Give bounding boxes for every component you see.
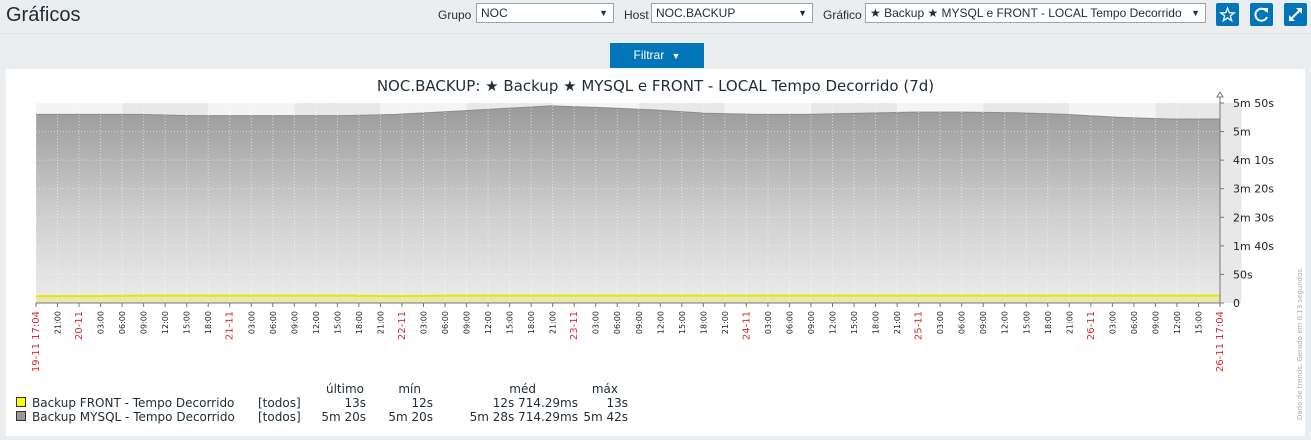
- x-tick-label: 15:00: [183, 311, 192, 334]
- x-tick-label: 12:00: [161, 311, 170, 334]
- y-tick-label: 0: [1233, 297, 1240, 310]
- x-tick-label: 09:00: [1151, 311, 1160, 334]
- y-tick-label: 50s: [1233, 268, 1253, 281]
- series-line: [36, 294, 1220, 298]
- x-tick-label: 06:00: [118, 311, 127, 334]
- y-tick-label: 3m 20s: [1233, 183, 1274, 196]
- x-tick-label: 03:00: [936, 311, 945, 334]
- legend-min: 12s: [411, 396, 433, 410]
- generation-note: Dado de trends. Gerado em 0.13 segundos.: [1296, 266, 1304, 420]
- x-tick-label: 03:00: [592, 311, 601, 334]
- legend-header-avg: méd: [509, 382, 536, 396]
- series-area: [36, 105, 1220, 304]
- y-tick-label: 4m 10s: [1233, 154, 1274, 167]
- legend-header-min: mín: [398, 382, 421, 396]
- legend-max: 5m 42s: [583, 410, 628, 424]
- legend-min: 5m 20s: [388, 410, 433, 424]
- legend-swatch: [16, 397, 26, 407]
- x-tick-label: 03:00: [764, 311, 773, 334]
- x-tick-label: 09:00: [979, 311, 988, 334]
- legend-series-name: Backup FRONT - Tempo Decorrido: [32, 396, 235, 410]
- x-tick-label: 15:00: [678, 311, 687, 334]
- x-tick-label: 21:00: [893, 311, 902, 334]
- x-tick-label: 06:00: [1130, 311, 1139, 334]
- x-tick-label: 21-11: [225, 311, 236, 340]
- legend-max: 13s: [606, 396, 628, 410]
- x-tick-label: 21:00: [54, 311, 63, 334]
- y-axis-arrow: [1216, 91, 1224, 98]
- x-tick-label: 18:00: [872, 311, 881, 334]
- x-tick-label: 12:00: [312, 311, 321, 334]
- legend-header-max: máx: [591, 382, 618, 396]
- y-tick-label: 1m 40s: [1233, 240, 1274, 253]
- x-tick-label: 09:00: [290, 311, 299, 334]
- legend-last: 5m 20s: [321, 410, 366, 424]
- x-tick-label: 12:00: [484, 311, 493, 334]
- x-tick-label: 12:00: [1173, 311, 1182, 334]
- x-tick-label: 15:00: [850, 311, 859, 334]
- x-tick-label: 03:00: [1108, 311, 1117, 334]
- x-tick-label: 24-11: [741, 311, 752, 340]
- legend-last: 13s: [344, 396, 366, 410]
- x-tick-label: 25-11: [914, 311, 925, 340]
- legend-avg: 5m 28s 714.29ms: [469, 410, 578, 424]
- x-tick-label: 19-11 17:04: [31, 311, 42, 372]
- x-tick-label: 21:00: [549, 311, 558, 334]
- x-tick-label: 21:00: [376, 311, 385, 334]
- x-tick-label: 15:00: [1022, 311, 1031, 334]
- chart-canvas: 19-11 17:04 21:00 20-11 03:00 06:00 09:00 12:0…: [31, 91, 1274, 372]
- x-tick-label: 03:00: [419, 311, 428, 334]
- x-tick-label: 06:00: [958, 311, 967, 334]
- x-tick-label: 20-11: [74, 311, 85, 340]
- x-tick-label: 21:00: [721, 311, 730, 334]
- y-tick-label: 2m 30s: [1233, 211, 1274, 224]
- x-tick-label: 03:00: [97, 311, 106, 334]
- legend-avg: 12s 714.29ms: [492, 396, 578, 410]
- x-tick-label: 18:00: [1044, 311, 1053, 334]
- x-tick-label: 18:00: [527, 311, 536, 334]
- x-tick-label: 18:00: [204, 311, 213, 334]
- legend-series-name: Backup MYSQL - Tempo Decorrido: [32, 410, 235, 424]
- legend-header-last: último: [325, 382, 364, 396]
- x-tick-label: 23-11: [569, 311, 580, 340]
- x-tick-label: 22-11: [397, 311, 408, 340]
- x-tick-label: 15:00: [1194, 311, 1203, 334]
- x-tick-label: 21:00: [1065, 311, 1074, 334]
- x-tick-label: 12:00: [1001, 311, 1010, 334]
- x-tick-label: 09:00: [807, 311, 816, 334]
- x-tick-label: 06:00: [785, 311, 794, 334]
- x-tick-label: 12:00: [656, 311, 665, 334]
- y-tick-label: 5m: [1233, 126, 1251, 139]
- x-tick-label: 15:00: [333, 311, 342, 334]
- x-tick-label: 26-11 17:04: [1215, 311, 1226, 372]
- x-tick-label: 18:00: [699, 311, 708, 334]
- x-tick-label: 06:00: [269, 311, 278, 334]
- x-tick-label: 03:00: [247, 311, 256, 334]
- series-area: [36, 295, 1220, 303]
- legend-swatch: [16, 411, 26, 421]
- x-tick-label: 09:00: [140, 311, 149, 334]
- x-tick-label: 18:00: [355, 311, 364, 334]
- x-tick-label: 15:00: [506, 311, 515, 334]
- x-tick-label: 06:00: [441, 311, 450, 334]
- x-tick-label: 12:00: [829, 311, 838, 334]
- x-tick-label: 06:00: [613, 311, 622, 334]
- x-tick-label: 09:00: [635, 311, 644, 334]
- y-tick-label: 5m 50s: [1233, 97, 1274, 110]
- x-tick-label: 26-11: [1086, 311, 1097, 340]
- x-tick-label: 09:00: [463, 311, 472, 334]
